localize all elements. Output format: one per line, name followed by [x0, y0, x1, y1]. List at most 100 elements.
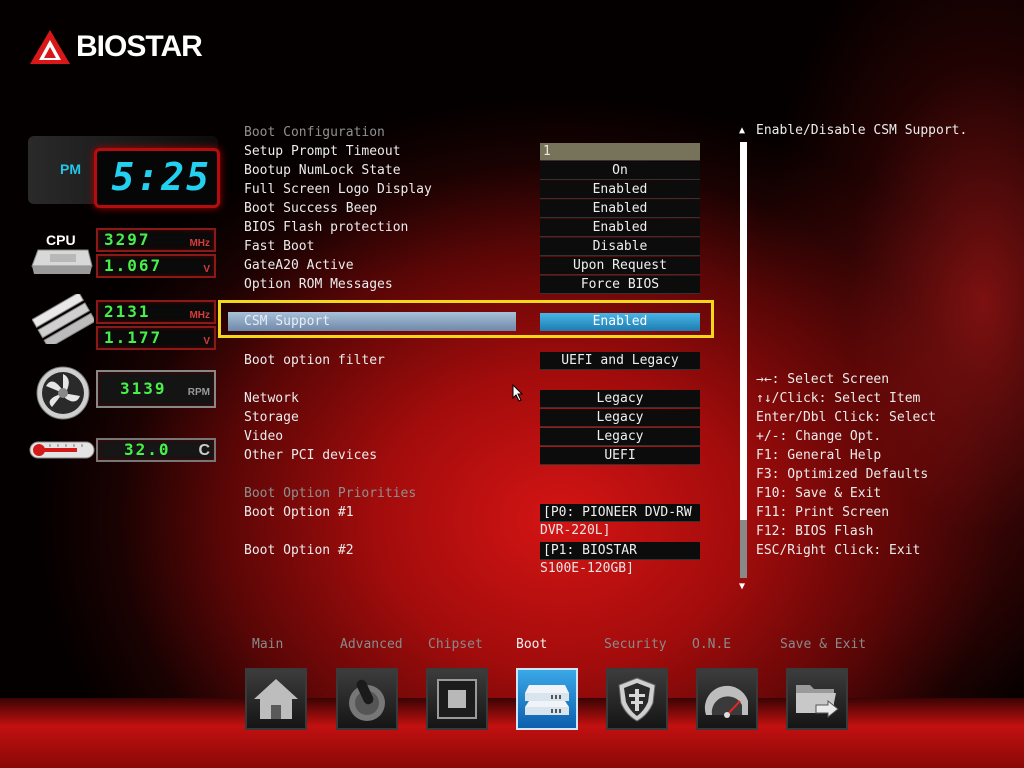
cpu-frequency-readout: 3297 MHz	[96, 228, 216, 252]
video-label[interactable]: Video	[244, 427, 283, 446]
tab-one-label[interactable]: O.N.E	[692, 637, 731, 652]
setup-prompt-timeout-input[interactable]: 1	[540, 143, 700, 161]
bios-flash-protection-label[interactable]: BIOS Flash protection	[244, 218, 408, 237]
temperature-unit: C	[198, 442, 210, 459]
tab-advanced[interactable]	[336, 668, 398, 730]
boot-success-beep-label[interactable]: Boot Success Beep	[244, 199, 377, 218]
cpu-voltage-readout: 1.067 V	[96, 254, 216, 278]
fan-speed-value: 3139	[120, 379, 167, 398]
fan-icon	[36, 366, 90, 420]
numlock-state-label[interactable]: Bootup NumLock State	[244, 161, 401, 180]
help-key-line: F3: Optimized Defaults	[756, 467, 929, 482]
memory-frequency-unit: MHz	[189, 310, 210, 321]
network-label[interactable]: Network	[244, 389, 299, 408]
biostar-logo: BIOSTAR	[30, 30, 203, 64]
option-rom-messages-label[interactable]: Option ROM Messages	[244, 275, 393, 294]
fast-boot-label[interactable]: Fast Boot	[244, 237, 314, 256]
joystick-icon	[349, 679, 385, 721]
chip-icon	[437, 679, 477, 719]
storage-label[interactable]: Storage	[244, 408, 299, 427]
setup-prompt-timeout-label[interactable]: Setup Prompt Timeout	[244, 142, 401, 161]
boot-option-1-value[interactable]: [P0: PIONEER DVD-RW	[540, 504, 700, 522]
tab-main-label[interactable]: Main	[252, 637, 283, 652]
cpu-voltage-unit: V	[203, 264, 210, 275]
help-key-line: F1: General Help	[756, 448, 882, 463]
boot-option-2-value[interactable]: [P1: BIOSTAR	[540, 542, 700, 560]
boot-success-beep-value[interactable]: Enabled	[540, 200, 700, 218]
help-key-line: Enter/Dbl Click: Select	[756, 410, 937, 425]
clock-time: 5:25	[111, 155, 211, 199]
boot-option-filter-value[interactable]: UEFI and Legacy	[540, 352, 700, 370]
bios-flash-protection-value[interactable]: Enabled	[540, 219, 700, 237]
tab-save-exit-label[interactable]: Save & Exit	[780, 637, 866, 652]
boot-option-1-value-cont: DVR-220L]	[540, 523, 611, 538]
help-description: Enable/Disable CSM Support.	[756, 123, 968, 138]
logo-display-label[interactable]: Full Screen Logo Display	[244, 180, 432, 199]
boot-option-2-value-cont: S100E-120GB]	[540, 561, 634, 576]
memory-voltage-unit: V	[203, 336, 210, 347]
gatea20-active-label[interactable]: GateA20 Active	[244, 256, 354, 275]
home-icon	[254, 679, 298, 719]
gauge-icon	[704, 685, 748, 718]
cpu-chip-icon	[31, 249, 93, 274]
help-key-line: ESC/Right Click: Exit	[756, 543, 921, 558]
thermometer-icon	[29, 441, 95, 459]
temperature-value: 32.0	[124, 440, 171, 459]
gatea20-active-value[interactable]: Upon Request	[540, 257, 700, 275]
tab-one[interactable]	[696, 668, 758, 730]
memory-frequency-readout: 2131 MHz	[96, 300, 216, 324]
boot-configuration-header: Boot Configuration	[244, 125, 385, 140]
tab-boot-label[interactable]: Boot	[516, 637, 547, 652]
memory-frequency-value: 2131	[104, 302, 151, 321]
memory-voltage-readout: 1.177 V	[96, 326, 216, 350]
cpu-frequency-value: 3297	[104, 230, 151, 249]
tab-save-exit[interactable]	[786, 668, 848, 730]
fan-speed-readout: 3139 RPM	[96, 370, 216, 408]
network-value[interactable]: Legacy	[540, 390, 700, 408]
help-key-line: F10: Save & Exit	[756, 486, 882, 501]
tab-chipset[interactable]	[426, 668, 488, 730]
brand-name: BIOSTAR	[76, 30, 203, 63]
scrollbar-thumb[interactable]	[740, 142, 747, 520]
help-key-line: →←: Select Screen	[756, 372, 890, 387]
numlock-state-value[interactable]: On	[540, 162, 700, 180]
other-pci-devices-value[interactable]: UEFI	[540, 447, 700, 465]
drive-icon	[525, 685, 569, 715]
scroll-up-arrow-icon[interactable]: ▲	[739, 125, 745, 136]
tab-advanced-label[interactable]: Advanced	[340, 637, 403, 652]
other-pci-devices-label[interactable]: Other PCI devices	[244, 446, 377, 465]
mouse-cursor-icon	[512, 384, 524, 402]
cpu-frequency-unit: MHz	[189, 238, 210, 249]
biostar-logo-icon	[30, 30, 70, 64]
logo-display-value[interactable]: Enabled	[540, 181, 700, 199]
boot-option-2-label[interactable]: Boot Option #2	[244, 541, 354, 560]
background-swoosh	[604, 0, 1024, 700]
memory-module-icon	[32, 294, 94, 344]
memory-voltage-value: 1.177	[104, 328, 163, 347]
csm-support-label[interactable]: CSM Support	[244, 312, 330, 331]
fan-speed-unit: RPM	[187, 387, 210, 398]
boot-option-1-label[interactable]: Boot Option #1	[244, 503, 354, 522]
help-key-line: F11: Print Screen	[756, 505, 890, 520]
floor-band	[0, 698, 1024, 768]
cpu-voltage-value: 1.067	[104, 256, 163, 275]
tab-chipset-label[interactable]: Chipset	[428, 637, 483, 652]
help-key-line: +/-: Change Opt.	[756, 429, 882, 444]
csm-support-value[interactable]: Enabled	[540, 313, 700, 331]
boot-option-filter-label[interactable]: Boot option filter	[244, 351, 385, 370]
video-value[interactable]: Legacy	[540, 428, 700, 446]
fast-boot-value[interactable]: Disable	[540, 238, 700, 256]
folder-exit-icon	[796, 685, 839, 719]
option-rom-messages-value[interactable]: Force BIOS	[540, 276, 700, 294]
tab-security-label[interactable]: Security	[604, 637, 667, 652]
tab-main[interactable]	[245, 668, 307, 730]
tab-security[interactable]	[606, 668, 668, 730]
help-key-line: ↑↓/Click: Select Item	[756, 391, 921, 406]
clock-panel: PM 5:25	[28, 136, 220, 208]
tab-boot[interactable]	[516, 668, 578, 730]
boot-option-priorities-header: Boot Option Priorities	[244, 486, 417, 501]
shield-icon	[618, 677, 656, 722]
help-key-line: F12: BIOS Flash	[756, 524, 874, 539]
storage-value[interactable]: Legacy	[540, 409, 700, 427]
scroll-down-arrow-icon[interactable]: ▼	[739, 581, 745, 592]
